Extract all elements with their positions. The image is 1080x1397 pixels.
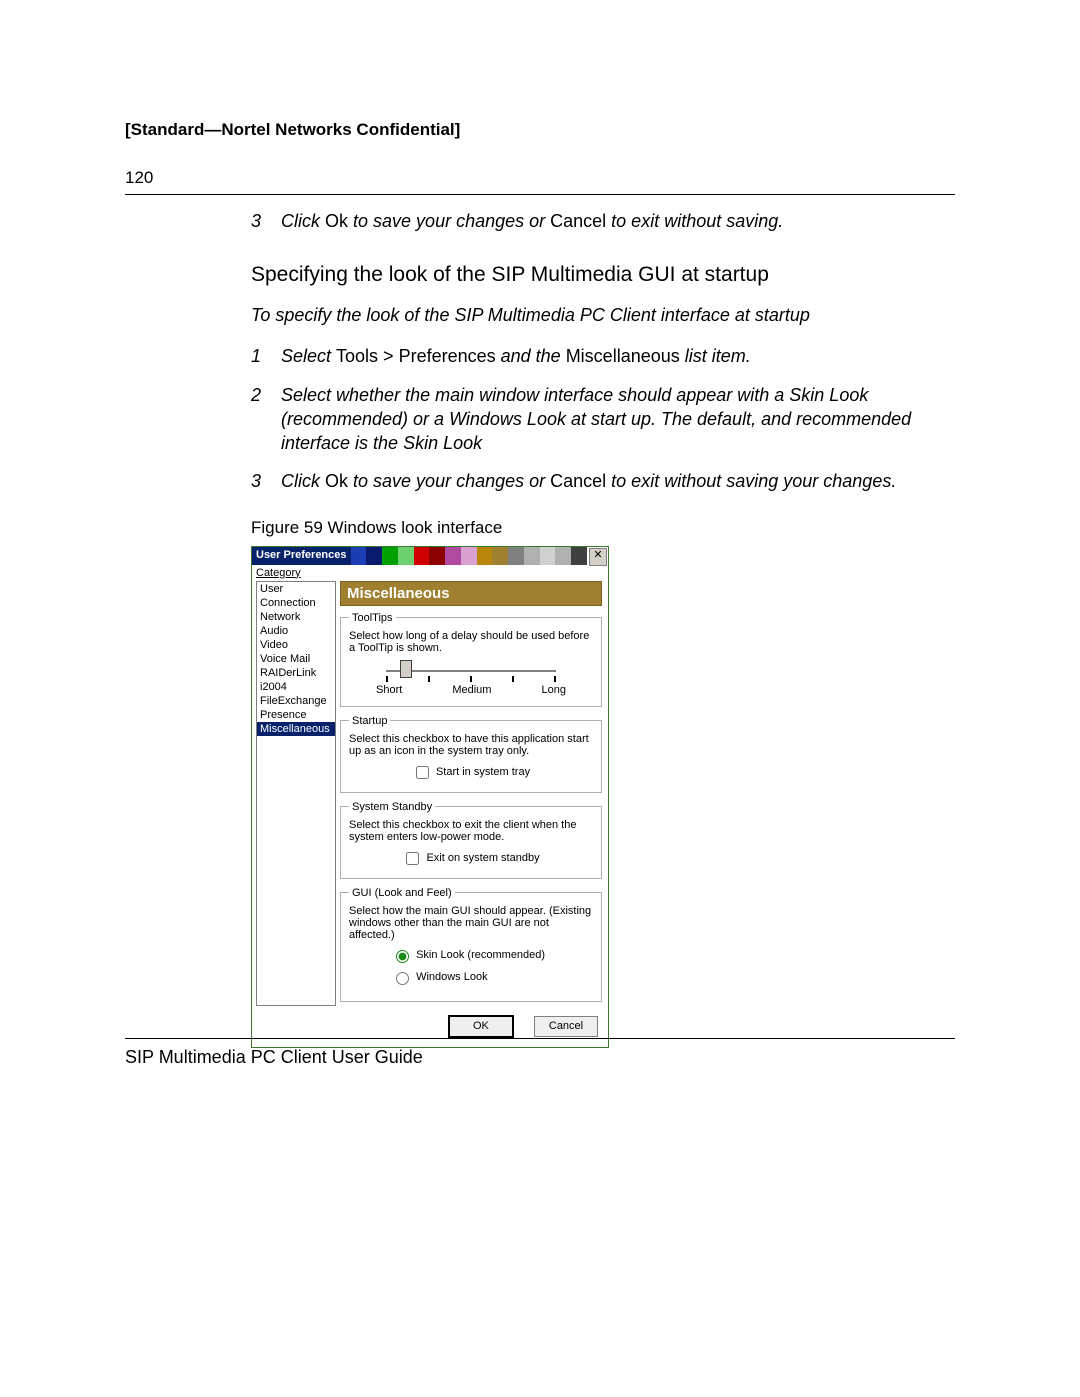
standby-desc: Select this checkbox to exit the client … xyxy=(349,819,593,843)
step-b1: 1 Select Tools > Preferences and the Mis… xyxy=(251,344,955,368)
step-text: to exit without saving. xyxy=(606,211,783,231)
step-text: to save your changes or xyxy=(348,471,550,491)
skin-look-text: Skin Look (recommended) xyxy=(416,949,545,961)
title-stripe xyxy=(524,547,540,565)
figure-caption: Figure 59 Windows look interface xyxy=(251,518,955,538)
title-stripe xyxy=(571,547,587,565)
category-item[interactable]: Miscellaneous xyxy=(257,722,335,736)
page-number: 120 xyxy=(125,168,955,188)
gui-look-desc: Select how the main GUI should appear. (… xyxy=(349,905,593,941)
category-label: Category xyxy=(252,565,608,579)
startup-group: Startup Select this checkbox to have thi… xyxy=(340,715,602,793)
title-stripe xyxy=(351,547,367,565)
footer-rule xyxy=(125,1038,955,1039)
windows-look-radio[interactable] xyxy=(396,972,409,985)
confidential-header: [Standard—Nortel Networks Confidential] xyxy=(125,120,955,140)
slider-label-short: Short xyxy=(376,684,402,696)
startup-legend: Startup xyxy=(349,715,390,727)
standby-legend: System Standby xyxy=(349,801,435,813)
tooltip-delay-slider[interactable] xyxy=(386,660,556,674)
category-item[interactable]: Audio xyxy=(257,624,335,638)
gui-look-group: GUI (Look and Feel) Select how the main … xyxy=(340,887,602,1002)
slider-label-medium: Medium xyxy=(452,684,491,696)
cancel-button[interactable]: Cancel xyxy=(534,1016,598,1037)
panel-title: Miscellaneous xyxy=(340,581,602,606)
windows-look-label[interactable]: Windows Look xyxy=(391,971,488,983)
step-a3: 3 Click Ok to save your changes or Cance… xyxy=(251,209,955,233)
slider-thumb[interactable] xyxy=(400,660,412,678)
title-stripe xyxy=(414,547,430,565)
windows-look-text: Windows Look xyxy=(416,971,488,983)
step-b2: 2 Select whether the main window interfa… xyxy=(251,383,955,456)
exit-on-standby-label[interactable]: Exit on system standby xyxy=(402,852,539,864)
step-text: Click xyxy=(281,211,325,231)
user-preferences-dialog: User Preferences ✕ Category UserConnecti… xyxy=(251,546,609,1048)
title-stripe xyxy=(366,547,382,565)
step-text: Click xyxy=(281,471,325,491)
step-text: list item. xyxy=(680,346,751,366)
step-text: to save your changes or xyxy=(348,211,550,231)
start-in-tray-checkbox[interactable] xyxy=(416,766,429,779)
section-heading: Specifying the look of the SIP Multimedi… xyxy=(251,263,955,287)
skin-look-radio[interactable] xyxy=(396,950,409,963)
step-number: 3 xyxy=(251,469,281,493)
title-stripe xyxy=(508,547,524,565)
ok-literal: Ok xyxy=(325,211,348,231)
category-item[interactable]: Voice Mail xyxy=(257,652,335,666)
dialog-titlebar: User Preferences ✕ xyxy=(252,547,608,565)
start-in-tray-text: Start in system tray xyxy=(436,766,530,778)
title-stripe xyxy=(398,547,414,565)
title-stripe xyxy=(492,547,508,565)
menu-path: Tools > Preferences xyxy=(336,346,496,366)
step-text: Select xyxy=(281,346,336,366)
cancel-literal: Cancel xyxy=(550,471,606,491)
slider-label-long: Long xyxy=(542,684,566,696)
title-stripe xyxy=(429,547,445,565)
top-rule xyxy=(125,194,955,195)
exit-on-standby-checkbox[interactable] xyxy=(406,852,419,865)
startup-desc: Select this checkbox to have this applic… xyxy=(349,733,593,757)
category-item[interactable]: Connection xyxy=(257,596,335,610)
step-number: 3 xyxy=(251,209,281,233)
menu-item: Miscellaneous xyxy=(566,346,680,366)
title-stripe xyxy=(382,547,398,565)
close-icon[interactable]: ✕ xyxy=(589,548,607,566)
step-number: 1 xyxy=(251,344,281,368)
title-stripe xyxy=(540,547,556,565)
cancel-literal: Cancel xyxy=(550,211,606,231)
ok-literal: Ok xyxy=(325,471,348,491)
category-item[interactable]: Presence xyxy=(257,708,335,722)
start-in-tray-label[interactable]: Start in system tray xyxy=(412,766,530,778)
tooltips-group: ToolTips Select how long of a delay shou… xyxy=(340,612,602,707)
step-text: Select whether the main window interface… xyxy=(281,383,955,456)
tooltips-desc: Select how long of a delay should be use… xyxy=(349,630,593,654)
dialog-title: User Preferences xyxy=(252,547,351,565)
title-stripe xyxy=(555,547,571,565)
title-stripe xyxy=(461,547,477,565)
category-item[interactable]: FileExchange xyxy=(257,694,335,708)
step-b3: 3 Click Ok to save your changes or Cance… xyxy=(251,469,955,493)
exit-on-standby-text: Exit on system standby xyxy=(426,852,539,864)
title-stripe xyxy=(445,547,461,565)
category-item[interactable]: User xyxy=(257,582,335,596)
standby-group: System Standby Select this checkbox to e… xyxy=(340,801,602,879)
subheading: To specify the look of the SIP Multimedi… xyxy=(251,305,955,326)
category-item[interactable]: Video xyxy=(257,638,335,652)
ok-button[interactable]: OK xyxy=(449,1016,513,1037)
step-text: to exit without saving your changes. xyxy=(606,471,896,491)
category-item[interactable]: Network xyxy=(257,610,335,624)
category-item[interactable]: RAIDerLink xyxy=(257,666,335,680)
step-number: 2 xyxy=(251,383,281,456)
category-item[interactable]: i2004 xyxy=(257,680,335,694)
title-stripe xyxy=(477,547,493,565)
tooltips-legend: ToolTips xyxy=(349,612,396,624)
title-stripes xyxy=(351,547,587,565)
skin-look-label[interactable]: Skin Look (recommended) xyxy=(391,949,545,961)
category-list[interactable]: UserConnectionNetworkAudioVideoVoice Mai… xyxy=(256,581,336,1006)
step-text: and the xyxy=(496,346,566,366)
gui-look-legend: GUI (Look and Feel) xyxy=(349,887,455,899)
footer-text: SIP Multimedia PC Client User Guide xyxy=(125,1047,955,1068)
